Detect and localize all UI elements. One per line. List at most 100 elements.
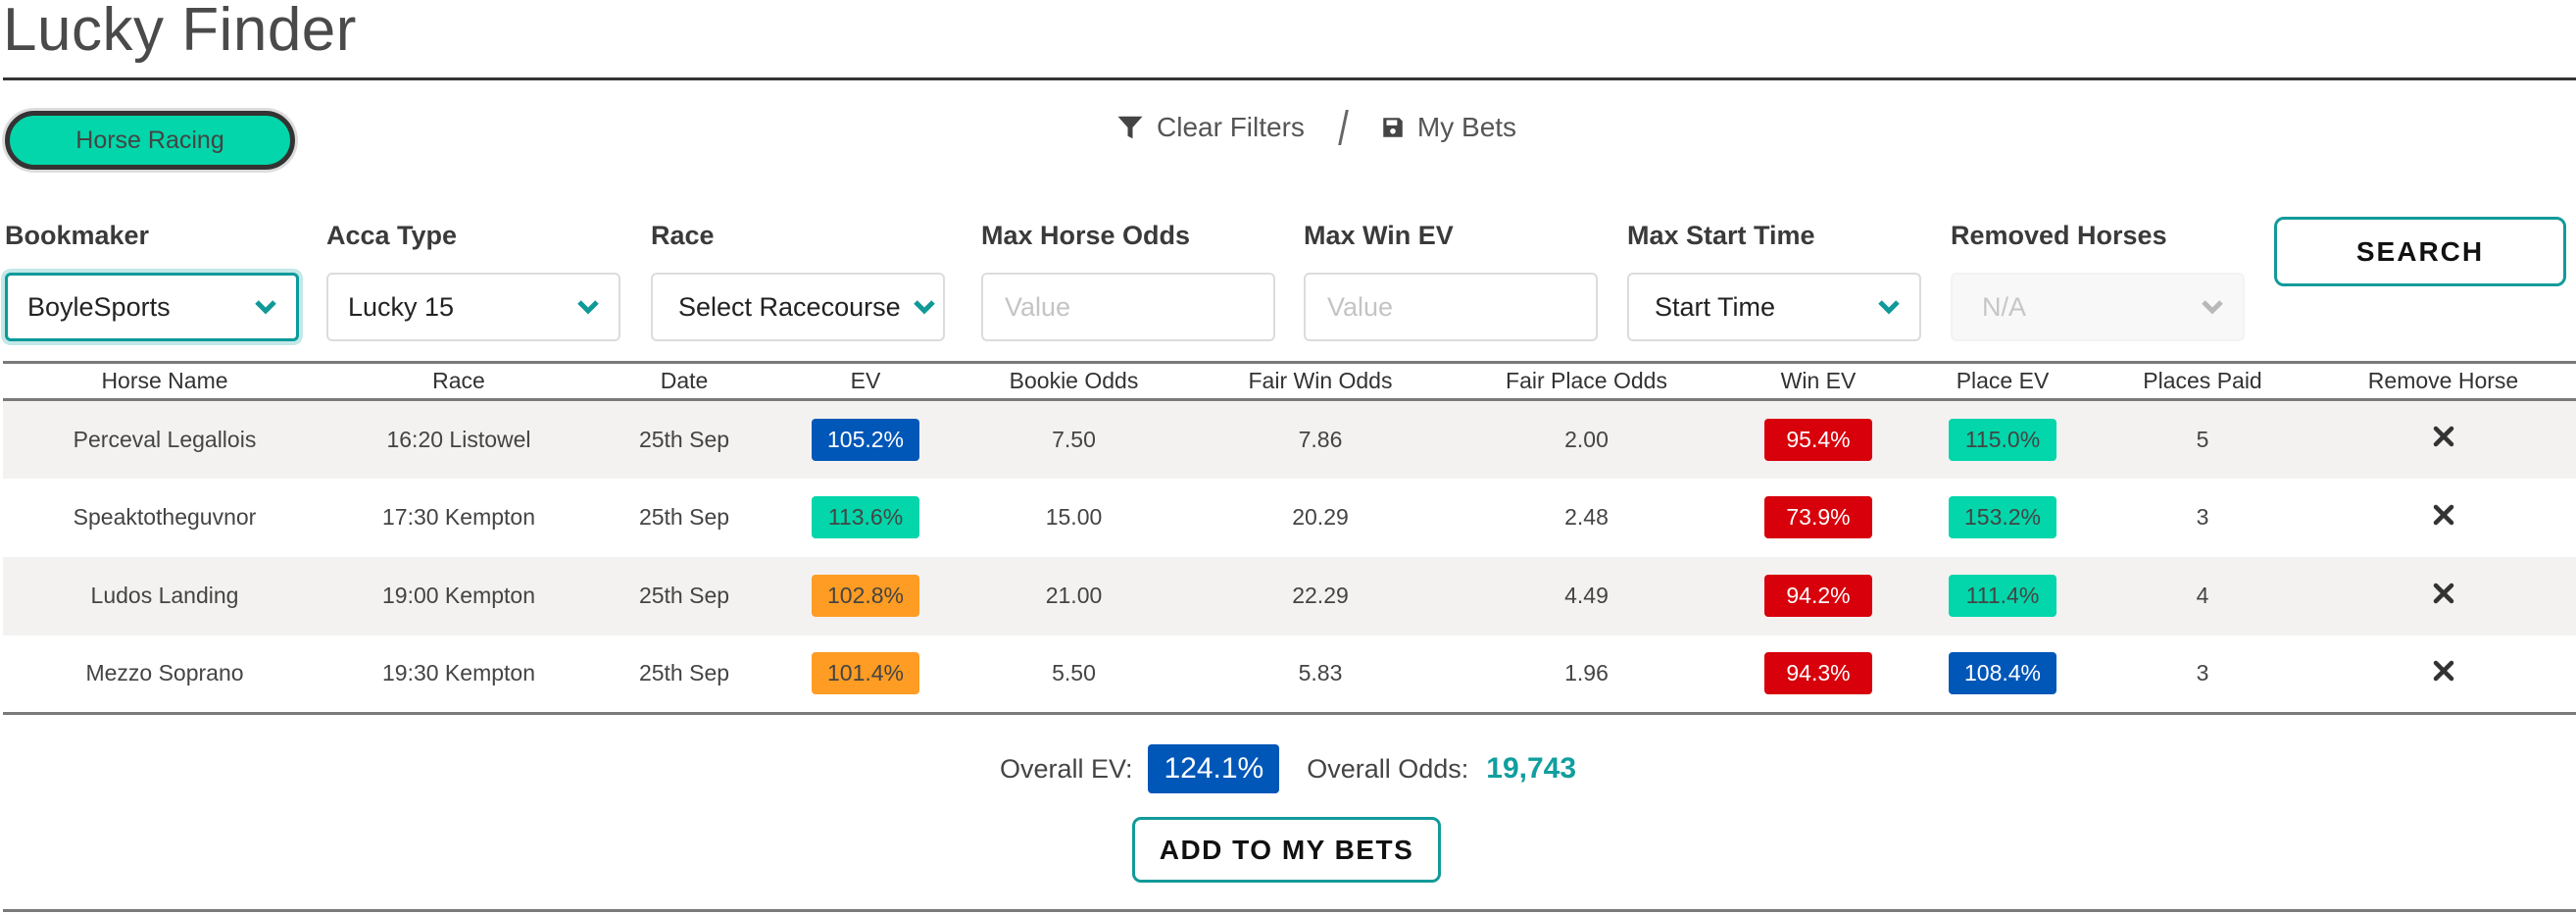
overall-ev-label: Overall EV: [999, 753, 1133, 784]
acca-type-select[interactable]: Lucky 15 [326, 273, 620, 341]
win-ev-badge-cell: 94.3% [1726, 635, 1910, 714]
table-header-row: Horse Name Race Date EV Bookie Odds Fair… [3, 362, 2576, 400]
fair-place-odds: 2.48 [1564, 504, 1609, 530]
win-ev-badge: 95.4% [1764, 418, 1872, 461]
race-select[interactable]: Select Racecourse [651, 273, 945, 341]
column-header[interactable]: Fair Win Odds [1194, 363, 1447, 400]
bookie-odds-cell: 15.00 [954, 479, 1194, 557]
place-ev-badge-cell: 108.4% [1910, 635, 2095, 714]
date: 25th Sep [638, 426, 730, 452]
bookie-odds-cell: 7.50 [954, 400, 1194, 479]
race: 19:30 Kempton [381, 660, 535, 686]
place-ev-badge-cell: 111.4% [1910, 557, 2095, 635]
max-start-time-filter: Max Start Time Start Time [1627, 218, 1921, 341]
column-header[interactable]: Places Paid [2095, 363, 2310, 400]
race-cell: 19:30 Kempton [326, 635, 591, 714]
bookie-odds: 5.50 [1052, 660, 1096, 686]
date-cell: 25th Sep [591, 635, 777, 714]
fair-win-odds-cell: 20.29 [1194, 479, 1447, 557]
table-row: Speaktotheguvnor 17:30 Kempton 25th Sep 113… [3, 479, 2576, 557]
place-ev-badge: 111.4% [1949, 575, 2056, 617]
close-icon[interactable] [2433, 583, 2454, 604]
date: 25th Sep [638, 583, 730, 608]
win-ev-badge-cell: 94.2% [1726, 557, 1910, 635]
close-icon[interactable] [2433, 660, 2454, 682]
race-cell: 17:30 Kempton [326, 479, 591, 557]
max-horse-odds-filter: Max Horse Odds [981, 218, 1275, 341]
table-row: Mezzo Soprano 19:30 Kempton 25th Sep 101.4%… [3, 635, 2576, 714]
max-win-ev-input[interactable] [1325, 290, 1576, 324]
top-links: Clear Filters My Bets [1115, 106, 1516, 149]
fair-place-odds: 2.00 [1564, 426, 1609, 452]
ev-badge-cell: 105.2% [777, 400, 954, 479]
my-bets-label: My Bets [1416, 112, 1517, 142]
sport-tab-horse-racing[interactable]: Horse Racing [5, 111, 295, 170]
chevron-down-icon [577, 300, 599, 315]
places-paid-cell: 4 [2095, 557, 2310, 635]
ev-badge-cell: 113.6% [777, 479, 954, 557]
bottom-divider [3, 909, 2576, 912]
fair-win-odds-cell: 5.83 [1194, 635, 1447, 714]
bookmaker-filter: Bookmaker BoyleSports [5, 218, 299, 341]
horse-name-cell: Mezzo Soprano [3, 635, 326, 714]
ev-badge-cell: 102.8% [777, 557, 954, 635]
column-header[interactable]: Place EV [1910, 363, 2095, 400]
race-label: Race [651, 221, 715, 250]
max-win-ev-field[interactable] [1304, 273, 1598, 341]
search-button[interactable]: SEARCH [2274, 217, 2566, 286]
chevron-down-icon [255, 300, 276, 315]
close-icon[interactable] [2433, 426, 2454, 447]
place-ev-badge-cell: 115.0% [1910, 400, 2095, 479]
removed-horses-label: Removed Horses [1951, 221, 2167, 250]
places-paid: 4 [2196, 583, 2209, 608]
win-ev-badge-cell: 95.4% [1726, 400, 1910, 479]
clear-filters-label: Clear Filters [1157, 112, 1305, 142]
max-start-time-select[interactable]: Start Time [1627, 273, 1921, 341]
column-header[interactable]: Fair Place Odds [1447, 363, 1726, 400]
max-horse-odds-field[interactable] [981, 273, 1275, 341]
ev-badge: 101.4% [812, 652, 919, 695]
bookmaker-select[interactable]: BoyleSports [5, 273, 299, 341]
add-to-my-bets-button[interactable]: ADD TO MY BETS [1132, 817, 1441, 883]
place-ev-badge-cell: 153.2% [1910, 479, 2095, 557]
title-divider [3, 77, 2576, 80]
place-ev-badge: 108.4% [1949, 652, 2056, 695]
places-paid-cell: 5 [2095, 400, 2310, 479]
places-paid-cell: 3 [2095, 635, 2310, 714]
date-cell: 25th Sep [591, 400, 777, 479]
overall-ev-badge: 124.1% [1148, 744, 1280, 793]
clear-filters-link[interactable]: Clear Filters [1115, 112, 1305, 143]
my-bets-link[interactable]: My Bets [1380, 112, 1516, 143]
link-separator [1338, 110, 1349, 145]
column-header[interactable]: Win EV [1726, 363, 1910, 400]
remove-horse-cell [2310, 479, 2576, 557]
bookie-odds-cell: 5.50 [954, 635, 1194, 714]
column-header[interactable]: EV [777, 363, 954, 400]
places-paid: 5 [2196, 426, 2209, 452]
column-header[interactable]: Bookie Odds [954, 363, 1194, 400]
results-table: Horse Name Race Date EV Bookie Odds Fair… [3, 361, 2576, 715]
win-ev-badge-cell: 73.9% [1726, 479, 1910, 557]
column-header[interactable]: Race [326, 363, 591, 400]
max-horse-odds-input[interactable] [1003, 290, 1254, 324]
fair-win-odds: 7.86 [1298, 426, 1343, 452]
remove-horse-cell [2310, 557, 2576, 635]
close-icon[interactable] [2433, 504, 2454, 526]
bookie-odds-cell: 21.00 [954, 557, 1194, 635]
race-filter: Race Select Racecourse [651, 218, 945, 341]
column-header[interactable]: Horse Name [3, 363, 326, 400]
fair-win-odds-cell: 7.86 [1194, 400, 1447, 479]
column-header[interactable]: Date [591, 363, 777, 400]
ev-badge: 113.6% [812, 496, 919, 538]
overall-odds-label: Overall Odds: [1307, 753, 1469, 784]
place-ev-badge: 115.0% [1949, 418, 2056, 461]
fair-win-odds: 20.29 [1292, 504, 1349, 530]
win-ev-badge: 94.2% [1764, 575, 1872, 617]
horse-name-cell: Speaktotheguvnor [3, 479, 326, 557]
table-row: Ludos Landing 19:00 Kempton 25th Sep 102.8%… [3, 556, 2576, 635]
bookie-odds: 7.50 [1052, 426, 1096, 452]
bookmaker-label: Bookmaker [5, 221, 150, 250]
ev-badge: 102.8% [812, 575, 919, 617]
horse-name-cell: Perceval Legallois [3, 400, 326, 479]
win-ev-badge: 94.3% [1764, 652, 1872, 695]
